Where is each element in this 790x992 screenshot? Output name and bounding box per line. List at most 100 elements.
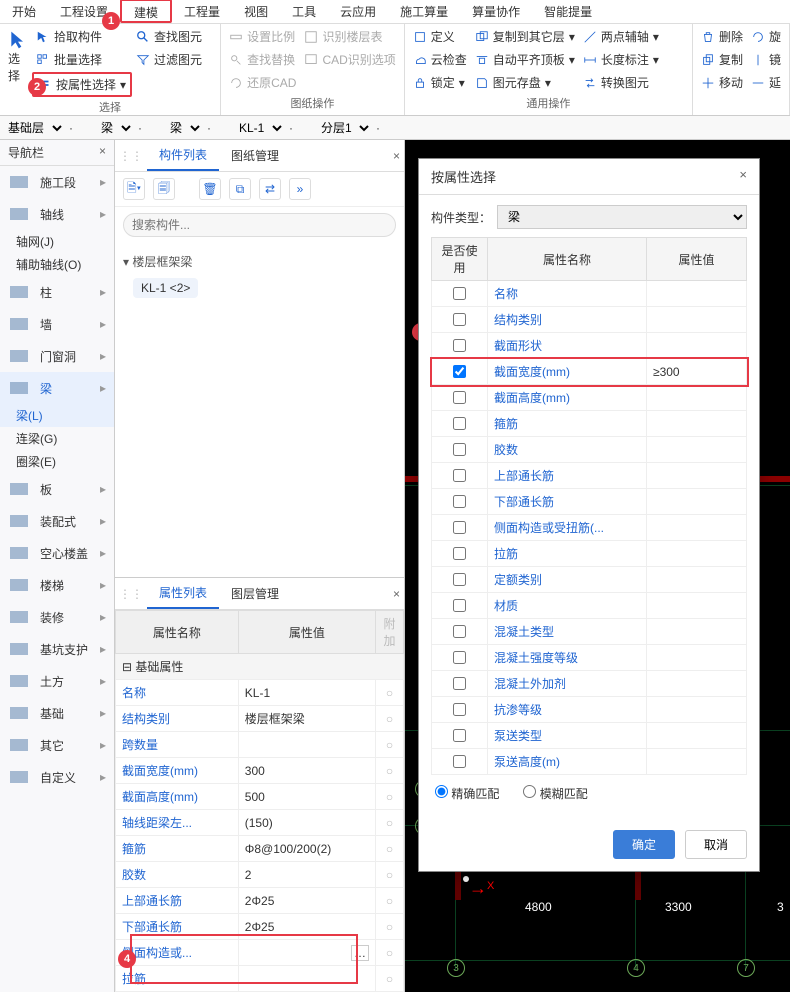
prop-row[interactable]: 拉筋○: [116, 966, 404, 992]
convert-primitive-button[interactable]: 转换图元: [579, 72, 663, 93]
attr-checkbox[interactable]: [453, 313, 466, 326]
attr-checkbox[interactable]: [453, 339, 466, 352]
prop-row[interactable]: 截面宽度(mm)300○: [116, 758, 404, 784]
prop-row[interactable]: 箍筋Φ8@100/200(2)○: [116, 836, 404, 862]
length-annotate-button[interactable]: 长度标注 ▾: [579, 49, 663, 70]
menu-smart-extract[interactable]: 智能提量: [532, 0, 604, 23]
prop-row[interactable]: 上部通长筋2Φ25○: [116, 888, 404, 914]
pick-component-button[interactable]: 拾取构件: [32, 26, 132, 47]
attr-checkbox[interactable]: [453, 573, 466, 586]
menu-view[interactable]: 视图: [232, 0, 280, 23]
prop-row[interactable]: 下部通长筋2Φ25○: [116, 914, 404, 940]
nav-sub[interactable]: 圈梁(E): [0, 450, 114, 473]
attr-row[interactable]: 泵送高度(m): [432, 749, 747, 775]
nav-category-pit[interactable]: 基坑支护▸: [0, 633, 114, 665]
attr-row[interactable]: 截面形状: [432, 333, 747, 359]
attr-row[interactable]: 抗渗等级: [432, 697, 747, 723]
restore-cad-button[interactable]: 还原CAD: [225, 72, 300, 93]
nav-category-other[interactable]: 其它▸: [0, 729, 114, 761]
attr-checkbox[interactable]: [453, 547, 466, 560]
attr-row[interactable]: 混凝土强度等级: [432, 645, 747, 671]
attr-row[interactable]: 拉筋: [432, 541, 747, 567]
nav-sub[interactable]: 轴网(J): [0, 230, 114, 253]
attr-row[interactable]: 混凝土类型: [432, 619, 747, 645]
move-button[interactable]: 移动: [697, 72, 747, 93]
menu-qty-collab[interactable]: 算量协作: [460, 0, 532, 23]
prop-row[interactable]: 名称KL-1○: [116, 680, 404, 706]
set-scale-button[interactable]: 设置比例: [225, 26, 300, 47]
attr-checkbox[interactable]: [453, 443, 466, 456]
mid-close-icon[interactable]: ×: [393, 149, 400, 163]
nav-sub[interactable]: 辅助轴线(O): [0, 253, 114, 276]
filter-primitive-button[interactable]: 过滤图元: [132, 49, 206, 70]
tab-prop-list[interactable]: 属性列表: [147, 578, 219, 609]
nav-category-stage[interactable]: 施工段▸: [0, 166, 114, 198]
section-select[interactable]: 分层1: [313, 118, 372, 138]
component-select[interactable]: KL-1: [231, 118, 285, 138]
cad-identify-opts-button[interactable]: CAD识别选项: [300, 49, 399, 70]
find-primitive-button[interactable]: 查找图元: [132, 26, 206, 47]
select-by-attr-button[interactable]: 按属性选择 ▾: [32, 72, 132, 97]
attr-row[interactable]: 截面宽度(mm)≥300: [432, 359, 747, 385]
nav-category-axis[interactable]: 轴线▸: [0, 198, 114, 230]
tree-item[interactable]: KL-1 <2>: [133, 278, 198, 298]
prop-row[interactable]: 轴线距梁左...(150)○: [116, 810, 404, 836]
delete-button[interactable]: 删除: [697, 26, 747, 47]
tab-layer-manage[interactable]: 图层管理: [219, 579, 291, 608]
type2-select[interactable]: 梁: [162, 118, 203, 138]
prop-row[interactable]: 侧面构造或... …○: [116, 940, 404, 966]
new-button[interactable]: 🗎▾: [123, 178, 145, 200]
define-button[interactable]: 定义: [409, 26, 471, 47]
menu-start[interactable]: 开始: [0, 0, 48, 23]
menu-quantity[interactable]: 工程量: [172, 0, 232, 23]
extend-button[interactable]: 延: [747, 72, 785, 93]
mirror-button[interactable]: 镜: [747, 49, 785, 70]
nav-category-custom[interactable]: 自定义▸: [0, 761, 114, 793]
attr-row[interactable]: 截面高度(mm): [432, 385, 747, 411]
nav-category-prefab[interactable]: 装配式▸: [0, 505, 114, 537]
menu-construction-qty[interactable]: 施工算量: [388, 0, 460, 23]
nav-category-hollow[interactable]: 空心楼盖▸: [0, 537, 114, 569]
nav-close-icon[interactable]: ×: [99, 144, 106, 161]
attr-checkbox[interactable]: [453, 365, 466, 378]
lock-button[interactable]: 锁定 ▾: [409, 72, 471, 93]
attr-row[interactable]: 侧面构造或受扭筋(...: [432, 515, 747, 541]
tab-component-list[interactable]: 构件列表: [147, 140, 219, 171]
attr-checkbox[interactable]: [453, 287, 466, 300]
attr-row[interactable]: 结构类别: [432, 307, 747, 333]
nav-category-stair[interactable]: 楼梯▸: [0, 569, 114, 601]
nav-category-beam[interactable]: 梁▸: [0, 372, 114, 404]
attr-row[interactable]: 定额类别: [432, 567, 747, 593]
attr-checkbox[interactable]: [453, 677, 466, 690]
attr-checkbox[interactable]: [453, 625, 466, 638]
nav-category-column[interactable]: 柱▸: [0, 276, 114, 308]
drag-handle-icon[interactable]: ⋮⋮: [119, 587, 143, 601]
nav-category-door[interactable]: 门窗洞▸: [0, 340, 114, 372]
type-select[interactable]: 梁: [497, 205, 747, 229]
attr-checkbox[interactable]: [453, 391, 466, 404]
nav-category-slab[interactable]: 板▸: [0, 473, 114, 505]
dialog-close-icon[interactable]: ×: [739, 167, 747, 186]
nav-category-wall[interactable]: 墙▸: [0, 308, 114, 340]
attr-row[interactable]: 泵送类型: [432, 723, 747, 749]
attr-row[interactable]: 箍筋: [432, 411, 747, 437]
attr-row[interactable]: 材质: [432, 593, 747, 619]
nav-category-decor[interactable]: 装修▸: [0, 601, 114, 633]
auto-align-top-button[interactable]: 自动平齐顶板 ▾: [471, 49, 579, 70]
attr-checkbox[interactable]: [453, 521, 466, 534]
prop-row[interactable]: 结构类别楼层框架梁○: [116, 706, 404, 732]
find-replace-button[interactable]: 查找替换: [225, 49, 300, 70]
attr-row[interactable]: 混凝土外加剂: [432, 671, 747, 697]
prop-row[interactable]: 截面高度(mm)500○: [116, 784, 404, 810]
radio-exact[interactable]: 精确匹配: [435, 785, 499, 802]
drag-handle-icon[interactable]: ⋮⋮: [119, 149, 143, 163]
cancel-button[interactable]: 取消: [685, 830, 747, 859]
copy-to-floor-button[interactable]: 复制到其它层 ▾: [471, 26, 579, 47]
prop-close-icon[interactable]: ×: [393, 587, 400, 601]
attr-checkbox[interactable]: [453, 495, 466, 508]
floor-select[interactable]: 基础层: [0, 118, 65, 138]
attr-row[interactable]: 上部通长筋: [432, 463, 747, 489]
save-primitive-button[interactable]: 图元存盘 ▾: [471, 72, 579, 93]
nav-sub[interactable]: 连梁(G): [0, 427, 114, 450]
attr-checkbox[interactable]: [453, 755, 466, 768]
